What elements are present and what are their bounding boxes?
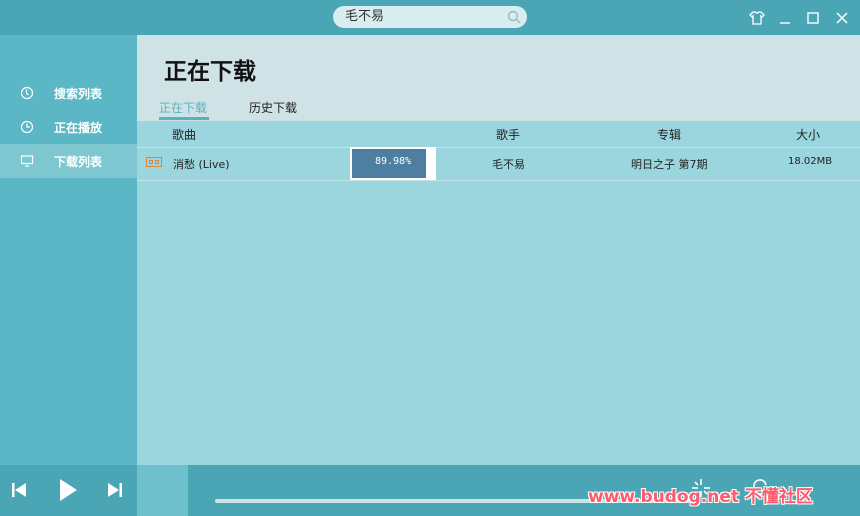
sidebar-item-download-list[interactable]: 下载列表: [0, 144, 137, 178]
next-icon[interactable]: [106, 481, 124, 499]
sq-quality-icon: [146, 157, 162, 167]
search-value: 毛不易: [345, 9, 385, 24]
search-input[interactable]: 毛不易: [333, 6, 527, 28]
table-header: 歌曲 歌手 专辑 大小: [137, 121, 860, 148]
table-row[interactable]: 消愁 (Live) 89.98% 毛不易 明日之子 第7期 18.02MB: [137, 147, 860, 181]
progress-text: 89.98%: [374, 156, 412, 167]
skin-shirt-icon[interactable]: [748, 9, 766, 27]
column-size[interactable]: 大小: [796, 126, 820, 143]
sidebar-item-search-list[interactable]: 搜索列表: [0, 76, 137, 110]
tab-download-history[interactable]: 历史下载: [249, 99, 297, 116]
minimize-icon[interactable]: [776, 9, 794, 27]
column-song[interactable]: 歌曲: [172, 126, 196, 143]
previous-icon[interactable]: [10, 481, 28, 499]
active-tab-indicator: [159, 117, 209, 120]
sidebar-item-label: 搜索列表: [54, 87, 103, 101]
album-name: 明日之子 第7期: [631, 158, 708, 171]
close-icon[interactable]: [833, 9, 851, 27]
player-bar: www.budog.net 不懂社区: [0, 465, 860, 516]
title-bar: 毛不易: [0, 0, 860, 35]
sidebar-item-now-playing[interactable]: 正在播放: [0, 110, 137, 144]
file-size: 18.02MB: [788, 156, 833, 167]
play-icon[interactable]: [58, 478, 78, 502]
content-header: 正在下载 正在下载 历史下载: [137, 35, 860, 121]
column-artist[interactable]: 歌手: [496, 126, 520, 143]
artist-name: 毛不易: [492, 158, 525, 171]
sidebar: 搜索列表 正在播放 下载列表: [0, 35, 137, 465]
sidebar-item-label: 下载列表: [54, 155, 103, 169]
clock-icon: [20, 120, 34, 134]
song-title: 消愁 (Live): [173, 158, 230, 171]
column-album[interactable]: 专辑: [657, 126, 681, 143]
sidebar-item-label: 正在播放: [54, 121, 103, 135]
download-progress: 89.98%: [350, 147, 436, 180]
clock-icon: [20, 86, 34, 100]
monitor-icon: [20, 155, 34, 167]
album-cover[interactable]: [137, 465, 188, 516]
maximize-icon[interactable]: [804, 9, 822, 27]
tab-downloading[interactable]: 正在下载: [159, 99, 207, 116]
page-title: 正在下载: [164, 59, 256, 85]
watermark: www.budog.net 不懂社区: [588, 487, 813, 507]
search-icon[interactable]: [507, 10, 521, 24]
